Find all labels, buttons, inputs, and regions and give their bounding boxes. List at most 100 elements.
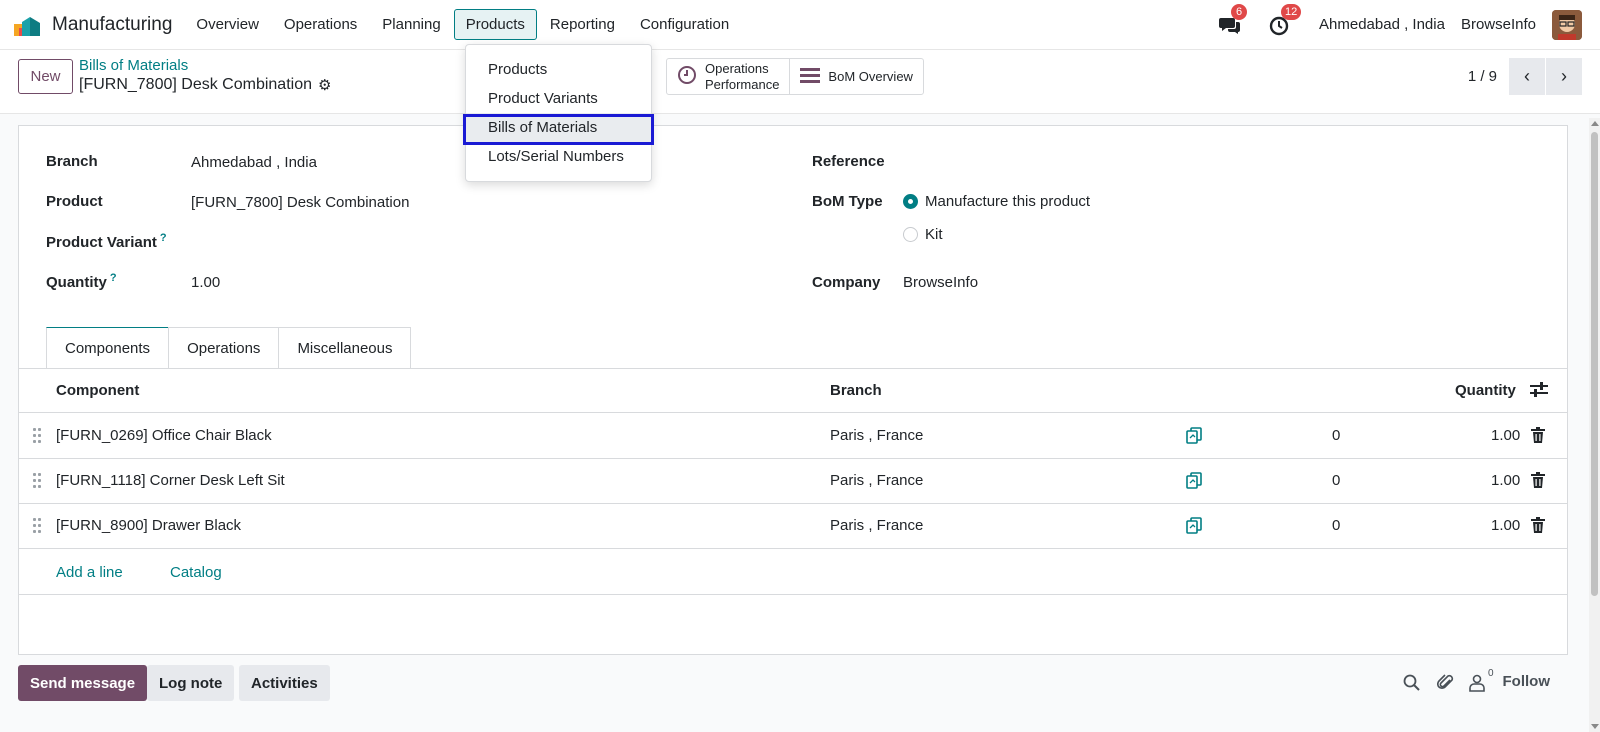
radio-manufacture-label[interactable]: Manufacture this product xyxy=(925,193,1090,210)
row-component[interactable]: [FURN_1118] Corner Desk Left Sit xyxy=(56,472,285,489)
optional-columns-icon[interactable] xyxy=(1530,382,1548,402)
quantity-field[interactable]: 1.00 xyxy=(191,274,220,291)
catalog-link[interactable]: Catalog xyxy=(170,564,222,581)
chevron-left-icon: ‹ xyxy=(1524,66,1530,86)
menu-reporting[interactable]: Reporting xyxy=(538,9,627,40)
row-branch[interactable]: Paris , France xyxy=(830,517,923,534)
tab-components[interactable]: Components xyxy=(46,327,170,369)
drag-handle-icon[interactable] xyxy=(33,428,41,444)
quantity-label-text: Quantity xyxy=(46,274,107,291)
product-field[interactable]: [FURN_7800] Desk Combination xyxy=(191,194,409,211)
product-variant-field[interactable] xyxy=(191,232,691,252)
products-dropdown-menu: Products Product Variants Bills of Mater… xyxy=(465,44,652,182)
log-note-button[interactable]: Log note xyxy=(147,665,235,701)
breadcrumb-bills-of-materials[interactable]: Bills of Materials xyxy=(79,57,188,74)
record-title: [FURN_7800] Desk Combination ⚙ xyxy=(79,76,331,94)
new-button[interactable]: New xyxy=(18,59,73,94)
scrollbar-thumb[interactable] xyxy=(1591,132,1598,596)
activities-clock-icon[interactable]: 12 xyxy=(1269,3,1302,36)
trash-icon[interactable] xyxy=(1531,517,1545,533)
pager-next-button[interactable]: › xyxy=(1546,58,1582,95)
header-component[interactable]: Component xyxy=(56,382,139,399)
app-title[interactable]: Manufacturing xyxy=(52,14,172,36)
product-variant-help-icon[interactable]: ? xyxy=(160,232,167,244)
add-line-link[interactable]: Add a line xyxy=(56,564,123,581)
row-quantity[interactable]: 1.00 xyxy=(1491,517,1520,534)
radio-kit[interactable] xyxy=(903,227,918,242)
menu-operations[interactable]: Operations xyxy=(272,9,369,40)
followers-count: 0 xyxy=(1488,668,1494,679)
paperclip-icon[interactable] xyxy=(1436,674,1455,692)
menu-planning[interactable]: Planning xyxy=(370,9,452,40)
header-quantity[interactable]: Quantity xyxy=(1455,382,1516,399)
company-field[interactable]: BrowseInfo xyxy=(903,274,978,291)
main-menu: Overview Operations Planning Products Re… xyxy=(184,9,742,40)
company-label: Company xyxy=(812,274,881,291)
messages-badge: 6 xyxy=(1231,3,1248,20)
row-branch[interactable]: Paris , France xyxy=(830,427,923,444)
product-variant-label-text: Product Variant xyxy=(46,234,157,251)
bom-overview-label: BoM Overview xyxy=(828,69,913,84)
row-count: 0 xyxy=(1332,472,1341,489)
copy-icon[interactable] xyxy=(1186,472,1202,489)
row-quantity[interactable]: 1.00 xyxy=(1491,472,1520,489)
control-panel: New Bills of Materials [FURN_7800] Desk … xyxy=(0,50,1600,114)
menu-products[interactable]: Products xyxy=(453,9,537,40)
follow-button[interactable]: Follow xyxy=(1503,673,1551,690)
chevron-right-icon: › xyxy=(1561,66,1567,86)
row-component[interactable]: [FURN_8900] Drawer Black xyxy=(56,517,241,534)
pager-value[interactable]: 1 / 9 xyxy=(1468,68,1497,85)
record-title-text: [FURN_7800] Desk Combination xyxy=(79,76,312,93)
dropdown-item-bills-of-materials[interactable]: Bills of Materials xyxy=(466,113,651,142)
operations-performance-label-line1: Operations xyxy=(705,60,769,76)
header-branch[interactable]: Branch xyxy=(830,382,882,399)
manufacturing-app-icon[interactable] xyxy=(14,14,44,36)
activities-button[interactable]: Activities xyxy=(239,665,330,701)
trash-icon[interactable] xyxy=(1531,427,1545,443)
row-quantity[interactable]: 1.00 xyxy=(1491,427,1520,444)
tab-operations[interactable]: Operations xyxy=(168,327,280,369)
reference-field[interactable] xyxy=(903,153,1403,173)
page-scrollbar[interactable] xyxy=(1589,118,1600,732)
scroll-up-arrow-icon[interactable] xyxy=(1591,121,1599,126)
dropdown-item-lots-serial-numbers[interactable]: Lots/Serial Numbers xyxy=(466,142,651,171)
tab-miscellaneous[interactable]: Miscellaneous xyxy=(278,327,412,369)
product-label: Product xyxy=(46,193,103,210)
table-row[interactable]: [FURN_1118] Corner Desk Left Sit Paris ,… xyxy=(19,459,1567,504)
trash-icon[interactable] xyxy=(1531,472,1545,488)
dropdown-item-product-variants[interactable]: Product Variants xyxy=(466,84,651,113)
menu-overview[interactable]: Overview xyxy=(184,9,271,40)
drag-handle-icon[interactable] xyxy=(33,473,41,489)
pager-previous-button[interactable]: ‹ xyxy=(1509,58,1545,95)
followers-icon[interactable] xyxy=(1468,674,1486,692)
row-branch[interactable]: Paris , France xyxy=(830,472,923,489)
branch-field[interactable]: Ahmedabad , India xyxy=(191,154,317,171)
bom-overview-button[interactable]: BoM Overview xyxy=(789,59,923,94)
quantity-label: Quantity? xyxy=(46,272,117,291)
search-icon[interactable] xyxy=(1403,674,1421,692)
scroll-down-arrow-icon[interactable] xyxy=(1591,724,1599,729)
copy-icon[interactable] xyxy=(1186,517,1202,534)
branch-switcher[interactable]: Ahmedabad , India xyxy=(1319,16,1445,33)
user-avatar[interactable] xyxy=(1552,9,1582,40)
company-switcher[interactable]: BrowseInfo xyxy=(1461,16,1536,33)
radio-manufacture[interactable] xyxy=(903,194,918,209)
quantity-help-icon[interactable]: ? xyxy=(110,272,117,284)
radio-kit-label[interactable]: Kit xyxy=(925,226,943,243)
send-message-button[interactable]: Send message xyxy=(18,665,148,701)
table-row[interactable]: [FURN_8900] Drawer Black Paris , France … xyxy=(19,504,1567,549)
row-count: 0 xyxy=(1332,427,1341,444)
row-component[interactable]: [FURN_0269] Office Chair Black xyxy=(56,427,272,444)
menu-configuration[interactable]: Configuration xyxy=(628,9,741,40)
table-bottom-divider xyxy=(19,594,1567,595)
operations-performance-button[interactable]: Operations Performance xyxy=(667,59,789,94)
dropdown-item-products[interactable]: Products xyxy=(466,55,651,84)
messages-icon[interactable]: 6 xyxy=(1219,3,1248,36)
copy-icon[interactable] xyxy=(1186,427,1202,444)
drag-handle-icon[interactable] xyxy=(33,518,41,534)
bom-type-label: BoM Type xyxy=(812,193,883,210)
table-row[interactable]: [FURN_0269] Office Chair Black Paris , F… xyxy=(19,414,1567,459)
clock-icon xyxy=(677,65,697,88)
gear-icon[interactable]: ⚙ xyxy=(318,76,331,94)
notebook-tabs: Components Operations Miscellaneous xyxy=(46,327,412,369)
